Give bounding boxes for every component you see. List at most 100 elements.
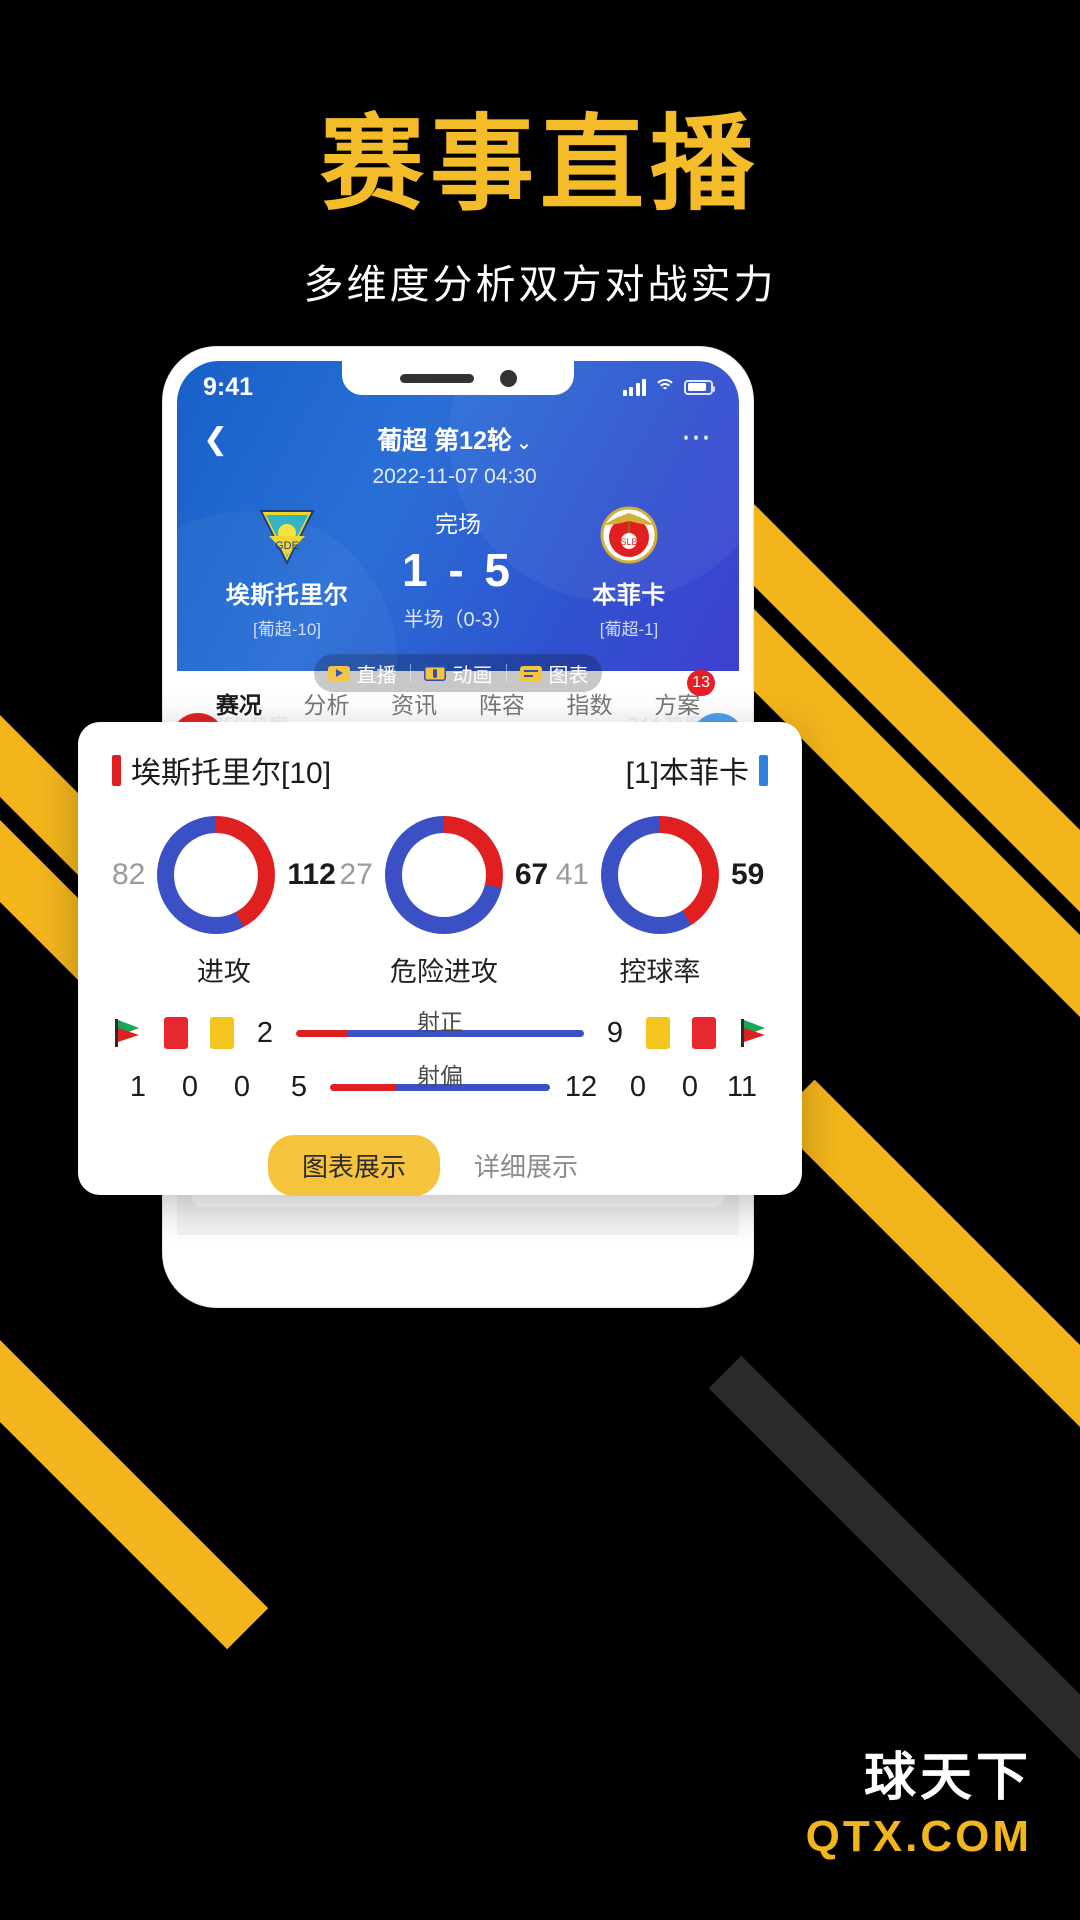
shots-off-target-row: 1 0 0 5 射偏 12 0 0 11	[112, 1063, 768, 1105]
donut-attack: 82 112 进攻	[112, 816, 336, 989]
estoril-crest-icon: GDE	[255, 503, 319, 567]
red-card-icon	[692, 1017, 716, 1049]
watermark-en: QTX.COM	[805, 1812, 1032, 1861]
live-button[interactable]: 直播	[315, 659, 410, 688]
donut-home-value: 41	[555, 858, 589, 891]
score-row: GDE 埃斯托里尔 [葡超-10] 完场 1 - 5 半场（0-3） SLB 本…	[177, 489, 739, 640]
animation-button-label: 动画	[452, 664, 493, 687]
tab-label: 赛况	[215, 692, 262, 718]
league-title[interactable]: 葡超 第12轮 ⌄	[228, 421, 681, 457]
donut-dangerous-attack: 27 67 危险进攻	[336, 816, 552, 989]
chart-view-button[interactable]: 图表展示	[267, 1135, 440, 1196]
home-team-name: 埃斯托里尔	[225, 582, 349, 609]
animation-icon	[423, 665, 446, 681]
watermark-cn: 球天下	[863, 1749, 1032, 1807]
score-block: 完场 1 - 5 半场（0-3）	[375, 503, 541, 632]
home-red-cards: 0	[181, 1070, 199, 1103]
match-header: 9:41 ❮ 葡超 第12轮 ⌄ 2022-11-07 04:30 ⋯ GDE …	[177, 361, 739, 811]
donut-home-value: 82	[112, 858, 146, 891]
tab-zixun[interactable]: 资讯	[370, 686, 458, 720]
phone-notch	[342, 361, 574, 395]
svg-text:GDE: GDE	[275, 540, 299, 552]
animation-button[interactable]: 动画	[411, 659, 506, 688]
wifi-icon	[654, 379, 676, 395]
league-title-text: 葡超 第12轮	[377, 427, 512, 455]
live-play-icon	[327, 665, 350, 681]
home-shots-off-target: 5	[290, 1070, 308, 1103]
donut-ring	[600, 816, 719, 934]
chart-icon	[519, 665, 542, 681]
donut-ring	[384, 816, 503, 934]
home-corners: 1	[129, 1070, 147, 1103]
donut-home-value: 27	[339, 858, 373, 891]
donut-away-value: 59	[730, 858, 765, 891]
camera-icon	[499, 369, 517, 387]
donut-possession: 41 59 控球率	[552, 816, 768, 989]
poster-headline-block: 赛事直播 多维度分析双方对战实力	[0, 112, 1080, 310]
tab-label: 方案	[654, 692, 701, 718]
yellow-card-icon	[646, 1017, 670, 1049]
chevron-down-icon: ⌄	[515, 433, 532, 454]
shots-off-target-label: 射偏	[417, 1063, 463, 1089]
donut-label: 危险进攻	[389, 957, 498, 987]
status-badge: 13	[687, 670, 716, 696]
corner-flag-icon	[738, 1019, 768, 1047]
donut-away-value: 112	[287, 858, 336, 891]
corner-flag-icon	[112, 1019, 142, 1047]
speaker-icon	[399, 373, 474, 383]
page-subtitle: 多维度分析双方对战实力	[303, 262, 777, 308]
back-button[interactable]: ❮	[203, 421, 228, 455]
donut-away-value: 67	[514, 858, 549, 891]
shots-on-target-row: 2 射正 9	[112, 1009, 768, 1051]
svg-text:SLB: SLB	[620, 537, 637, 547]
match-stats-card: 埃斯托里尔[10] [1]本菲卡 82 112 进攻 27 67 危险进攻 41…	[78, 722, 802, 1196]
tab-zhenrong[interactable]: 阵容	[458, 686, 546, 720]
home-team-rank: [葡超-10]	[252, 620, 322, 639]
donut-label: 控球率	[619, 957, 701, 987]
match-status: 完场	[435, 511, 481, 537]
tab-saikuang[interactable]: 赛况	[195, 686, 283, 730]
signal-bars-icon	[622, 378, 646, 396]
yellow-card-icon	[210, 1017, 234, 1049]
watermark: 球天下 QTX.COM	[806, 1735, 1032, 1862]
tab-label: 阵容	[478, 692, 525, 718]
live-button-label: 直播	[356, 664, 397, 687]
tab-zhishu[interactable]: 指数	[546, 686, 634, 720]
tab-label: 资讯	[391, 692, 438, 718]
stats-away-label: [1]本菲卡	[625, 757, 749, 790]
chart-button[interactable]: 图表	[507, 659, 602, 688]
stats-view-toggle: 图表展示 详细展示	[112, 1135, 768, 1196]
tab-fenxi[interactable]: 分析	[283, 686, 371, 720]
home-team[interactable]: GDE 埃斯托里尔 [葡超-10]	[199, 503, 375, 640]
battery-icon	[684, 379, 716, 395]
stats-home-label: 埃斯托里尔[10]	[131, 757, 332, 790]
page-title: 赛事直播	[319, 103, 760, 225]
benfica-crest-icon: SLB	[597, 503, 661, 567]
status-time: 9:41	[203, 372, 254, 401]
away-shots-off-target: 12	[564, 1070, 598, 1103]
home-shots-on-target: 2	[256, 1016, 274, 1049]
donut-chart-group: 82 112 进攻 27 67 危险进攻 41 59 控球率	[112, 816, 768, 989]
home-yellow-cards: 0	[233, 1070, 251, 1103]
tab-fangan[interactable]: 方案 13	[633, 670, 721, 720]
match-datetime: 2022-11-07 04:30	[372, 465, 537, 488]
match-score: 1 - 5	[401, 544, 515, 596]
away-discipline-icons	[646, 1017, 768, 1049]
away-corners: 11	[726, 1070, 758, 1103]
away-team-name: 本菲卡	[592, 582, 666, 609]
away-team-rank: [葡超-1]	[599, 620, 659, 639]
nav-row: ❮ 葡超 第12轮 ⌄ 2022-11-07 04:30 ⋯	[177, 413, 739, 489]
stats-card-header: 埃斯托里尔[10] [1]本菲卡	[112, 748, 768, 792]
tab-label: 分析	[303, 692, 350, 718]
shots-on-target-track: 射正	[296, 1009, 584, 1051]
away-team[interactable]: SLB 本菲卡 [葡超-1]	[541, 503, 717, 640]
away-color-swatch	[759, 754, 768, 786]
detail-view-button[interactable]: 详细展示	[440, 1135, 612, 1196]
more-horizontal-icon[interactable]: ⋯	[681, 421, 713, 453]
shots-on-target-label: 射正	[417, 1009, 463, 1035]
donut-label: 进攻	[196, 957, 251, 987]
donut-ring	[157, 816, 276, 934]
away-red-cards: 0	[681, 1070, 699, 1103]
home-color-swatch	[112, 754, 121, 786]
home-discipline-icons	[112, 1017, 234, 1049]
